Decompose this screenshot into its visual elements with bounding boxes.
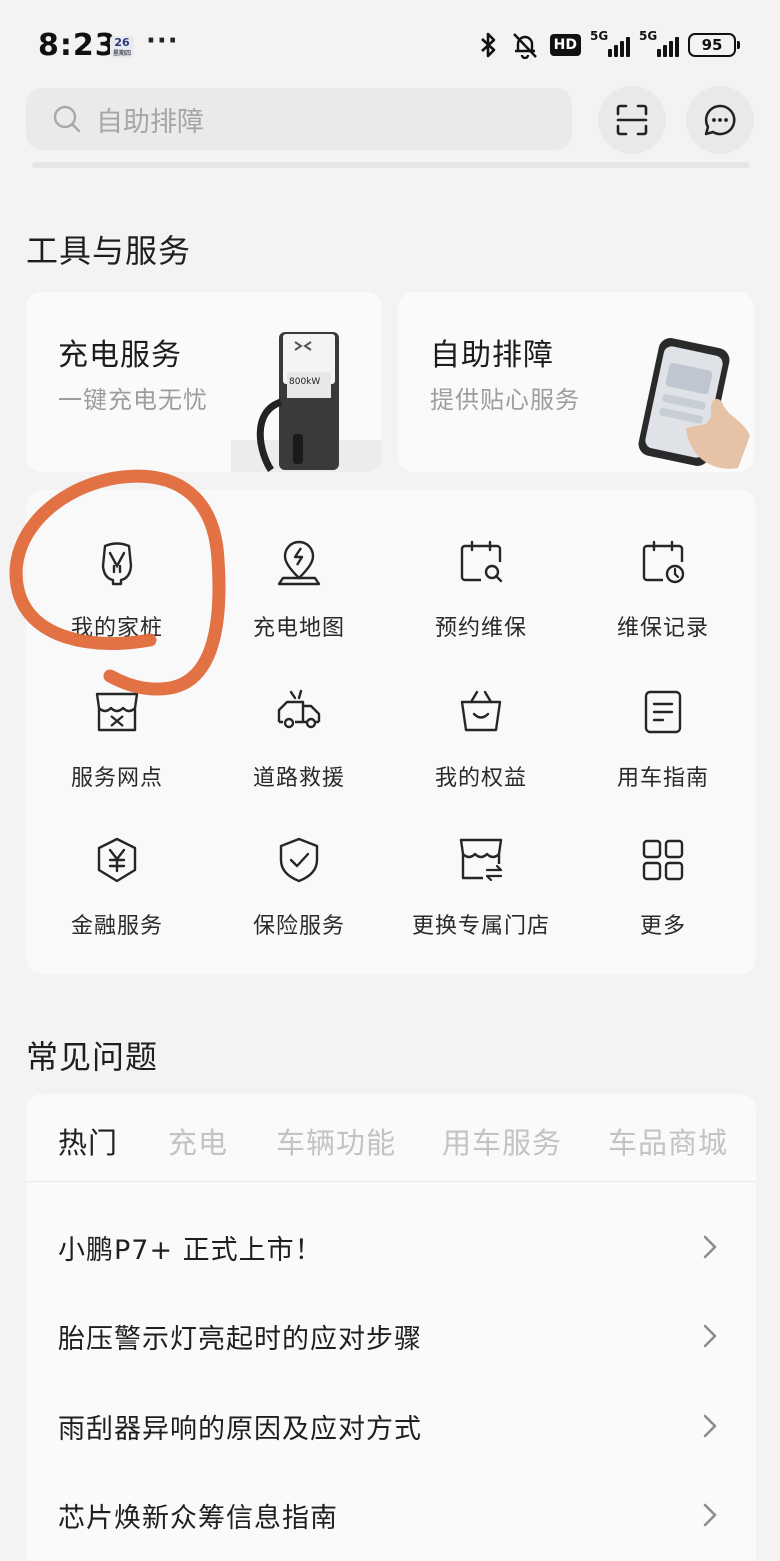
faq-tabs: 热门 充电 车辆功能 用车服务 车品商城: [26, 1094, 756, 1182]
grid-label: 更多: [639, 914, 686, 939]
grid-item-car-guide[interactable]: 用车指南: [572, 688, 754, 828]
more-grid-icon: [642, 839, 684, 881]
tab-vehicle-functions[interactable]: 车辆功能: [276, 1120, 396, 1162]
grid-item-switch-store[interactable]: 更换专属门店: [390, 836, 572, 976]
grid-item-finance[interactable]: 金融服务: [26, 836, 208, 976]
grid-label: 充电地图: [252, 616, 345, 641]
grid-item-maintenance-records[interactable]: 维保记录: [572, 538, 754, 678]
tab-charging[interactable]: 充电: [168, 1120, 228, 1162]
faq-section-title: 常见问题: [26, 1038, 159, 1076]
grid-label: 道路救援: [252, 766, 345, 791]
charger-image: 800kW: [231, 332, 382, 472]
scan-icon: [616, 104, 648, 136]
faq-item-text: 胎压警示灯亮起时的应对步骤: [58, 1324, 422, 1355]
faq-item[interactable]: 胎压警示灯亮起时的应对步骤: [26, 1293, 756, 1381]
chevron-right-icon: [703, 1503, 717, 1527]
grid-label: 用车指南: [616, 766, 709, 791]
grid-item-charge-map[interactable]: 充电地图: [208, 538, 390, 678]
grid-label: 维保记录: [616, 616, 709, 641]
yuan-shield-icon: [97, 837, 137, 883]
faq-item-text: 雨刮器异响的原因及应对方式: [58, 1414, 422, 1445]
tools-section-title: 工具与服务: [26, 232, 192, 270]
charging-service-title: 充电服务: [58, 338, 182, 373]
search-input[interactable]: 自助排障: [26, 88, 572, 150]
network-type-2: 5G: [639, 29, 658, 43]
tab-hot[interactable]: 热门: [58, 1120, 118, 1162]
tow-truck-icon: [277, 689, 321, 729]
chevron-right-icon: [703, 1324, 717, 1348]
grid-item-road-rescue[interactable]: 道路救援: [208, 688, 390, 828]
grid-item-more[interactable]: 更多: [572, 836, 754, 976]
network-type-1: 5G: [590, 29, 609, 43]
charger-screen-text: 800kW: [289, 377, 320, 387]
grid-label: 更换专属门店: [411, 914, 550, 939]
status-time: 8:23: [38, 28, 117, 63]
grid-label: 我的家桩: [70, 616, 163, 641]
faq-item[interactable]: 雨刮器异响的原因及应对方式: [26, 1383, 756, 1471]
scan-button[interactable]: [598, 86, 666, 154]
grid-label: 保险服务: [252, 914, 345, 939]
grid-label: 我的权益: [434, 766, 527, 791]
charge-map-icon: [277, 540, 321, 586]
faq-item-text: 小鹏P7+ 正式上市！: [58, 1235, 323, 1266]
tab-car-shop[interactable]: 车品商城: [608, 1120, 728, 1162]
hd-voice-icon: HD: [549, 34, 581, 56]
self-diagnosis-card[interactable]: 自助排障 提供贴心服务: [398, 292, 754, 472]
grid-item-service-outlets[interactable]: 服务网点: [26, 688, 208, 828]
switch-store-icon: [459, 838, 503, 882]
self-diagnosis-subtitle: 提供贴心服务: [430, 386, 580, 414]
grid-label: 服务网点: [70, 766, 163, 791]
search-placeholder: 自助排障: [96, 106, 204, 138]
grid-label: 预约维保: [434, 616, 527, 641]
grid-item-home-charger[interactable]: 我的家桩: [26, 538, 208, 678]
benefits-basket-icon: [460, 690, 502, 732]
calendar-clock-icon: [642, 540, 685, 584]
section-divider: [32, 162, 750, 168]
more-notifications-icon: ···: [146, 26, 179, 56]
tab-car-services[interactable]: 用车服务: [442, 1120, 562, 1162]
battery-level: 95: [701, 36, 723, 54]
screen: 8:23 26 星期四 ··· HD 5G 5G 95 自助排障 工具与服务 充…: [0, 0, 780, 1561]
bluetooth-icon: [480, 32, 495, 58]
faq-item[interactable]: 小鹏P7+ 正式上市！: [26, 1204, 756, 1292]
grid-item-book-maintenance[interactable]: 预约维保: [390, 538, 572, 678]
calendar-badge-day: 26: [114, 36, 130, 49]
chevron-right-icon: [703, 1235, 717, 1259]
status-icons: HD 5G 5G 95: [476, 29, 740, 60]
message-button[interactable]: [686, 86, 754, 154]
signal-icon-1: 5G: [590, 29, 630, 57]
charging-service-subtitle: 一键充电无忧: [58, 386, 208, 414]
message-icon: [704, 104, 736, 136]
calendar-search-icon: [460, 540, 503, 583]
grid-label: 金融服务: [70, 914, 163, 939]
chevron-right-icon: [703, 1414, 717, 1438]
charging-service-card[interactable]: 充电服务 一键充电无忧 800kW: [26, 292, 382, 472]
faq-item-text: 芯片焕新众筹信息指南: [58, 1503, 338, 1534]
grid-item-insurance[interactable]: 保险服务: [208, 836, 390, 976]
search-icon: [53, 105, 81, 133]
grid-item-my-benefits[interactable]: 我的权益: [390, 688, 572, 828]
status-bar: 8:23 26 星期四 ··· HD 5G 5G 95: [0, 0, 780, 90]
faq-panel: 热门 充电 车辆功能 用车服务 车品商城 小鹏P7+ 正式上市！ 胎压警示灯亮起…: [26, 1094, 756, 1561]
faq-item[interactable]: 芯片焕新众筹信息指南: [26, 1472, 756, 1560]
guide-document-icon: [644, 690, 682, 734]
calendar-badge-icon: 26 星期四: [110, 36, 134, 58]
check-shield-icon: [279, 837, 319, 883]
services-grid: 我的家桩 充电地图 预约维保 维保记录 服务网点 道路救援 我的权益 用车指南 …: [26, 490, 756, 974]
phone-in-hand-image: [638, 338, 750, 469]
home-charger-icon: [101, 542, 133, 586]
battery-icon: 95: [688, 33, 740, 57]
signal-icon-2: 5G: [639, 29, 679, 57]
mute-bell-icon: [512, 33, 537, 59]
service-store-icon: [95, 692, 139, 732]
self-diagnosis-title: 自助排障: [430, 338, 554, 373]
calendar-badge-sub: 星期四: [112, 50, 131, 57]
